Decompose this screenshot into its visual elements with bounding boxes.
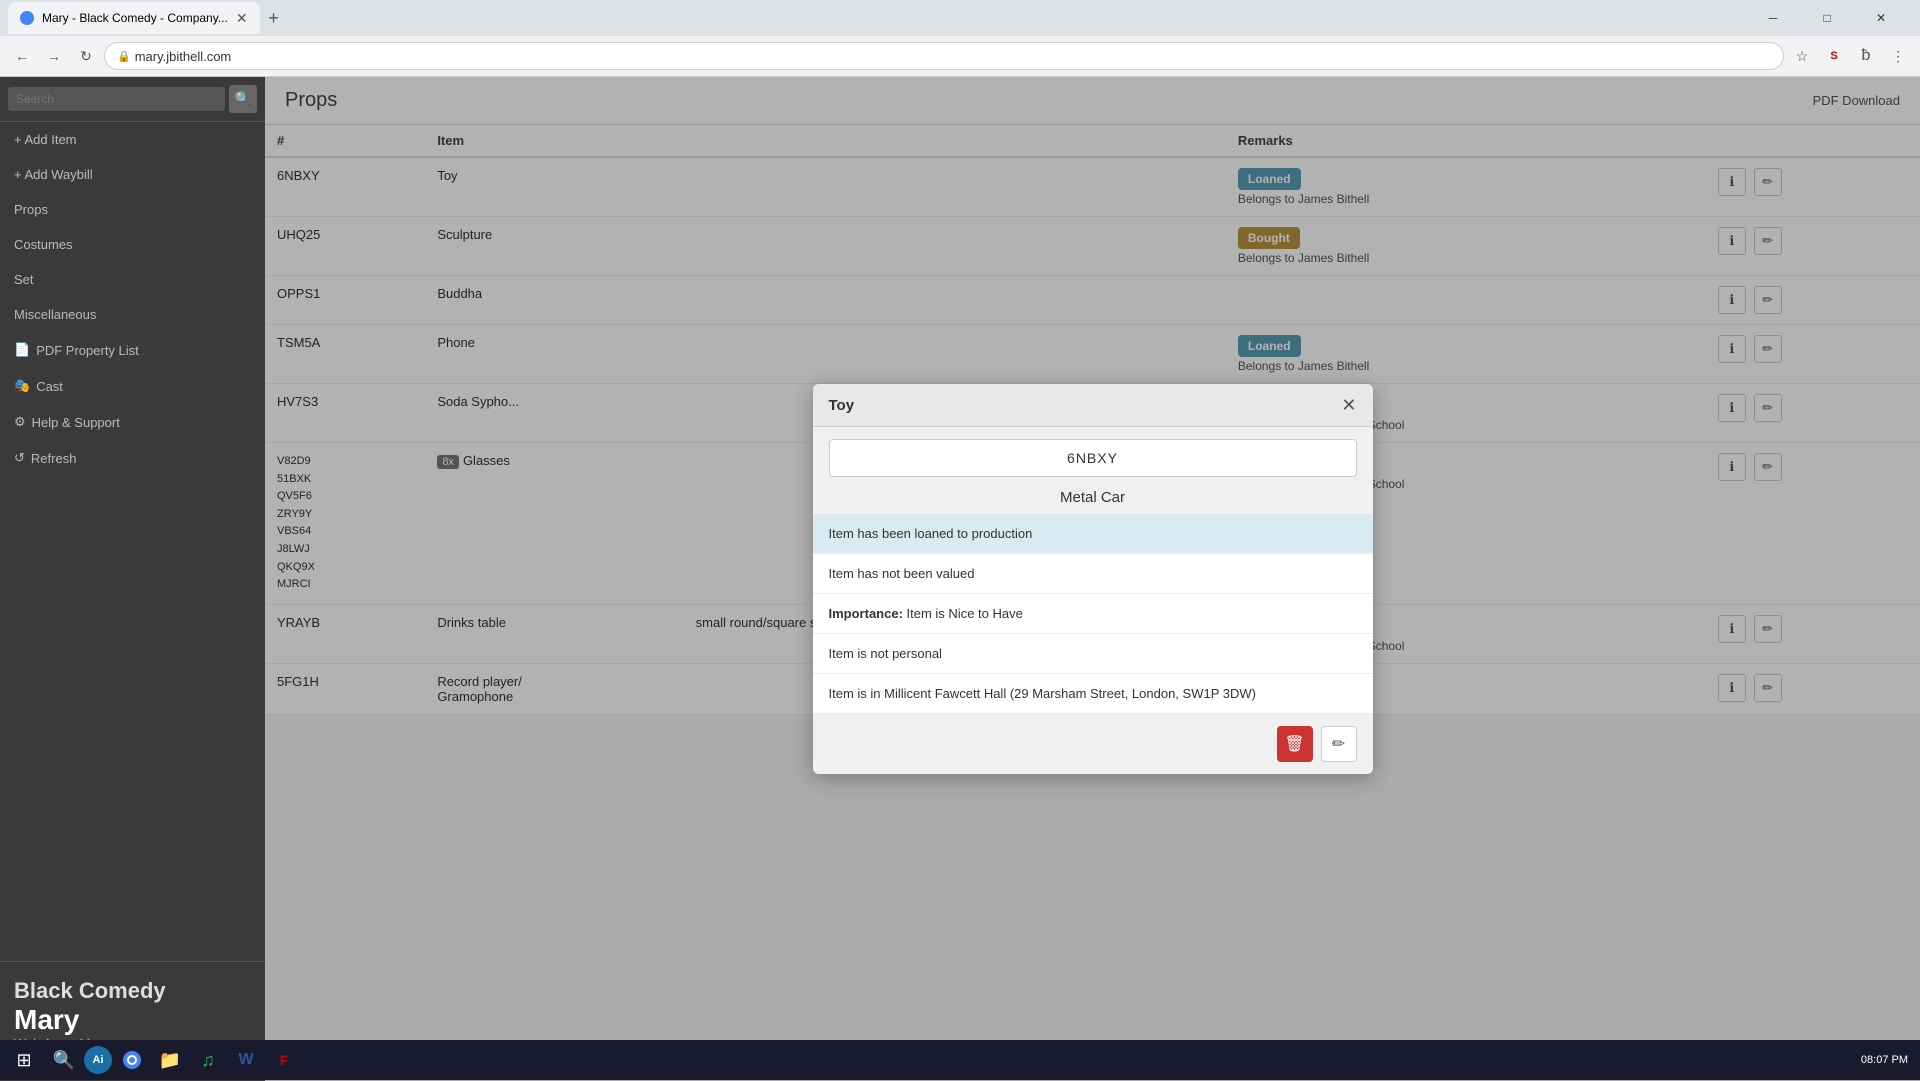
add-item-button[interactable]: + Add Item xyxy=(0,122,265,157)
toolbar-icons: ☆ S ƀ ⋮ xyxy=(1788,42,1912,70)
active-tab[interactable]: Mary - Black Comedy - Company... ✕ xyxy=(8,2,260,34)
search-input[interactable] xyxy=(8,87,225,111)
tab-title: Mary - Black Comedy - Company... xyxy=(42,11,228,25)
reload-button[interactable]: ↻ xyxy=(72,42,100,70)
costumes-label: Costumes xyxy=(14,237,73,252)
minimize-button[interactable]: ─ xyxy=(1750,0,1796,36)
sidebar-item-help-support[interactable]: ⚙ Help & Support xyxy=(0,404,265,440)
help-icon: ⚙ xyxy=(14,414,26,430)
tab-bar: Mary - Black Comedy - Company... ✕ + ─ □… xyxy=(0,0,1920,36)
pdf-icon: 📄 xyxy=(14,342,30,358)
close-window-button[interactable]: ✕ xyxy=(1858,0,1904,36)
new-tab-button[interactable]: + xyxy=(260,4,288,32)
search-button[interactable]: 🔍 xyxy=(229,85,257,113)
modal-close-button[interactable]: ✕ xyxy=(1341,396,1356,414)
item-detail-modal: Toy ✕ 6NBXY Metal Car Item has been loan… xyxy=(813,384,1373,774)
modal-info-row-4: Item is not personal xyxy=(813,634,1373,674)
sidebar-item-cast[interactable]: 🎭 Cast xyxy=(0,368,265,404)
help-support-label: Help & Support xyxy=(32,415,120,430)
scene-name: Mary xyxy=(14,1004,251,1036)
maximize-button[interactable]: □ xyxy=(1804,0,1850,36)
main-content: Props PDF Download # Item Remarks xyxy=(265,77,1920,1081)
taskbar-time: 08:07 PM xyxy=(1861,1054,1908,1066)
sidebar-item-pdf-property-list[interactable]: 📄 PDF Property List xyxy=(0,332,265,368)
add-waybill-button[interactable]: + Add Waybill xyxy=(0,157,265,192)
taskbar-icon-explorer[interactable]: 📁 xyxy=(152,1042,188,1078)
modal-item-name: Metal Car xyxy=(813,489,1373,506)
taskbar: ⊞ 🔍 Ai 📁 ♫ W F 08:07 PM xyxy=(0,1040,1920,1080)
taskbar-icon-spotify[interactable]: ♫ xyxy=(190,1042,226,1078)
extension-icon-2[interactable]: ƀ xyxy=(1852,42,1880,70)
browser-chrome: Mary - Black Comedy - Company... ✕ + ─ □… xyxy=(0,0,1920,77)
pdf-property-list-label: PDF Property List xyxy=(36,343,139,358)
extension-icon-1[interactable]: S xyxy=(1820,42,1848,70)
tab-favicon xyxy=(20,11,34,25)
miscellaneous-label: Miscellaneous xyxy=(14,307,96,322)
taskbar-right: 08:07 PM xyxy=(1861,1054,1916,1066)
address-bar[interactable]: 🔒 mary.jbithell.com xyxy=(104,42,1784,70)
taskbar-icon-word[interactable]: W xyxy=(228,1042,264,1078)
project-name: Black Comedy xyxy=(14,978,251,1004)
cast-label: Cast xyxy=(36,379,63,394)
refresh-label: Refresh xyxy=(31,451,77,466)
sidebar-item-miscellaneous[interactable]: Miscellaneous xyxy=(0,297,265,332)
star-icon[interactable]: ☆ xyxy=(1788,42,1816,70)
taskbar-icon-search[interactable]: 🔍 xyxy=(46,1042,82,1078)
modal-info-row-2: Item has not been valued xyxy=(813,554,1373,594)
sidebar-item-refresh[interactable]: ↺ Refresh xyxy=(0,440,265,476)
cast-icon: 🎭 xyxy=(14,378,30,394)
props-label: Props xyxy=(14,202,48,217)
set-label: Set xyxy=(14,272,34,287)
modal-info-row-5: Item is in Millicent Fawcett Hall (29 Ma… xyxy=(813,674,1373,714)
sidebar: 🔍 + Add Item + Add Waybill Props Costume… xyxy=(0,77,265,1081)
taskbar-icon-filezilla[interactable]: F xyxy=(266,1042,302,1078)
modal-info-row-1: Item has been loaned to production xyxy=(813,514,1373,554)
sidebar-item-set[interactable]: Set xyxy=(0,262,265,297)
sidebar-item-costumes[interactable]: Costumes xyxy=(0,227,265,262)
modal-title: Toy xyxy=(829,397,855,414)
lock-icon: 🔒 xyxy=(117,50,131,63)
address-bar-row: ← → ↻ 🔒 mary.jbithell.com ☆ S ƀ ⋮ xyxy=(0,36,1920,76)
url-text: mary.jbithell.com xyxy=(135,49,232,64)
add-waybill-label: + Add Waybill xyxy=(14,167,93,182)
window-controls: ─ □ ✕ xyxy=(1750,0,1912,36)
modal-item-id: 6NBXY xyxy=(829,439,1357,477)
modal-edit-button[interactable]: ✏ xyxy=(1321,726,1357,762)
menu-icon[interactable]: ⋮ xyxy=(1884,42,1912,70)
tab-close-button[interactable]: ✕ xyxy=(236,10,248,27)
modal-footer: 🗑 ✏ xyxy=(813,714,1373,774)
back-button[interactable]: ← xyxy=(8,42,36,70)
sidebar-search-area: 🔍 xyxy=(0,77,265,122)
modal-info-list: Item has been loaned to production Item … xyxy=(813,514,1373,714)
app-layout: 🔍 + Add Item + Add Waybill Props Costume… xyxy=(0,77,1920,1081)
modal-overlay[interactable]: Toy ✕ 6NBXY Metal Car Item has been loan… xyxy=(265,77,1920,1081)
refresh-icon: ↺ xyxy=(14,450,25,466)
modal-header: Toy ✕ xyxy=(813,384,1373,427)
taskbar-icon-cortana[interactable]: Ai xyxy=(84,1046,112,1074)
start-button[interactable]: ⊞ xyxy=(4,1042,44,1078)
modal-delete-button[interactable]: 🗑 xyxy=(1277,726,1313,762)
add-item-label: + Add Item xyxy=(14,132,77,147)
taskbar-icon-chrome[interactable] xyxy=(114,1042,150,1078)
sidebar-item-props[interactable]: Props xyxy=(0,192,265,227)
modal-info-row-3: Importance: Item is Nice to Have xyxy=(813,594,1373,634)
forward-button[interactable]: → xyxy=(40,42,68,70)
